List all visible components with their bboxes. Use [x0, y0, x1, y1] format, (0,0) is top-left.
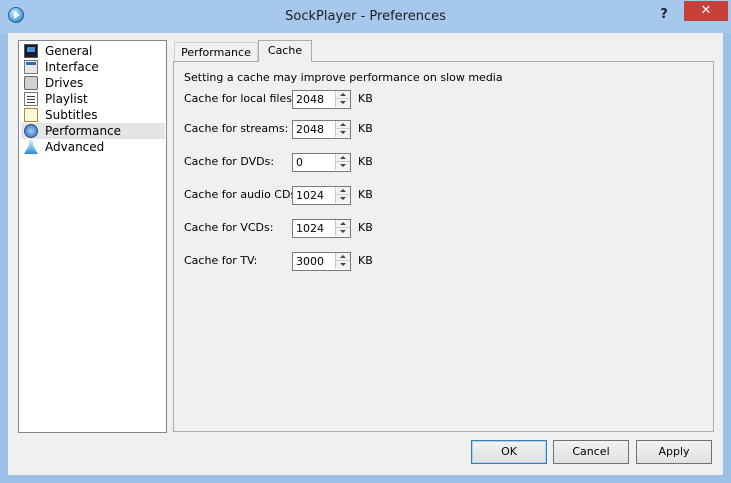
gear-icon: [24, 124, 38, 138]
ok-button[interactable]: OK: [471, 440, 547, 464]
unit-label: KB: [358, 254, 373, 267]
label-dvds: Cache for DVDs:: [184, 155, 275, 168]
cache-tv-spinbox[interactable]: [292, 252, 351, 271]
sidebar-item-label: Interface: [45, 60, 99, 74]
spin-down-icon[interactable]: [335, 261, 350, 269]
unit-label: KB: [358, 188, 373, 201]
cancel-button[interactable]: Cancel: [553, 440, 629, 464]
sidebar-item-label: Advanced: [45, 140, 105, 154]
cache-intro-text: Setting a cache may improve performance …: [184, 71, 503, 84]
preferences-window: SockPlayer - Preferences ? ✕ General Int…: [0, 0, 731, 483]
apply-button[interactable]: Apply: [636, 440, 712, 464]
cache-streams-spinbox[interactable]: [292, 120, 351, 139]
spin-down-icon[interactable]: [335, 99, 350, 107]
cache-vcds-spinbox[interactable]: [292, 219, 351, 238]
cache-streams-input[interactable]: [296, 122, 336, 137]
spin-down-icon[interactable]: [335, 162, 350, 170]
spin-down-icon[interactable]: [335, 195, 350, 203]
spin-up-icon[interactable]: [335, 121, 350, 129]
close-button[interactable]: ✕: [684, 1, 728, 21]
sidebar-item-advanced[interactable]: Advanced: [21, 139, 165, 155]
label-audio-cds: Cache for audio CDs:: [184, 188, 300, 201]
drive-icon: [24, 76, 38, 90]
cache-dvds-spinbox[interactable]: [292, 153, 351, 172]
title-bar[interactable]: SockPlayer - Preferences ? ✕: [0, 0, 731, 33]
label-local-files: Cache for local files:: [184, 92, 296, 105]
cache-local-files-spinbox[interactable]: [292, 90, 351, 109]
label-streams: Cache for streams:: [184, 122, 289, 135]
spin-up-icon[interactable]: [335, 220, 350, 228]
tab-cache[interactable]: Cache: [258, 40, 312, 62]
category-list: General Interface Drives Playlist Subtit…: [18, 40, 167, 433]
sidebar-item-label: Drives: [45, 76, 84, 90]
cache-local-files-input[interactable]: [296, 92, 336, 107]
spin-up-icon[interactable]: [335, 187, 350, 195]
list-icon: [24, 92, 38, 106]
sidebar-item-drives[interactable]: Drives: [21, 75, 165, 91]
unit-label: KB: [358, 122, 373, 135]
sidebar-item-playlist[interactable]: Playlist: [21, 91, 165, 107]
spin-down-icon[interactable]: [335, 129, 350, 137]
spin-up-icon[interactable]: [335, 91, 350, 99]
spin-up-icon[interactable]: [335, 253, 350, 261]
sidebar-item-label: General: [45, 44, 93, 58]
unit-label: KB: [358, 221, 373, 234]
tab-performance[interactable]: Performance: [174, 42, 258, 62]
sidebar-item-label: Subtitles: [45, 108, 98, 122]
label-vcds: Cache for VCDs:: [184, 221, 274, 234]
subtitle-icon: [24, 108, 38, 122]
sidebar-item-interface[interactable]: Interface: [21, 59, 165, 75]
window-icon: [24, 60, 38, 74]
unit-label: KB: [358, 92, 373, 105]
cache-dvds-input[interactable]: [296, 155, 336, 170]
sidebar-item-subtitles[interactable]: Subtitles: [21, 107, 165, 123]
cache-audio-cds-spinbox[interactable]: [292, 186, 351, 205]
sidebar-item-general[interactable]: General: [21, 43, 165, 59]
sidebar-item-label: Performance: [45, 124, 122, 138]
cache-panel: [173, 61, 714, 432]
dialog-body: General Interface Drives Playlist Subtit…: [8, 33, 723, 475]
spin-down-icon[interactable]: [335, 228, 350, 236]
monitor-icon: [24, 44, 38, 58]
window-title: SockPlayer - Preferences: [285, 9, 446, 24]
flask-icon: [24, 140, 38, 154]
sidebar-item-performance[interactable]: Performance: [21, 123, 165, 139]
label-tv: Cache for TV:: [184, 254, 258, 267]
help-button[interactable]: ?: [653, 5, 675, 25]
unit-label: KB: [358, 155, 373, 168]
cache-vcds-input[interactable]: [296, 221, 336, 236]
spin-up-icon[interactable]: [335, 154, 350, 162]
cache-tv-input[interactable]: [296, 254, 336, 269]
sidebar-item-label: Playlist: [45, 92, 88, 106]
cache-audio-cds-input[interactable]: [296, 188, 336, 203]
